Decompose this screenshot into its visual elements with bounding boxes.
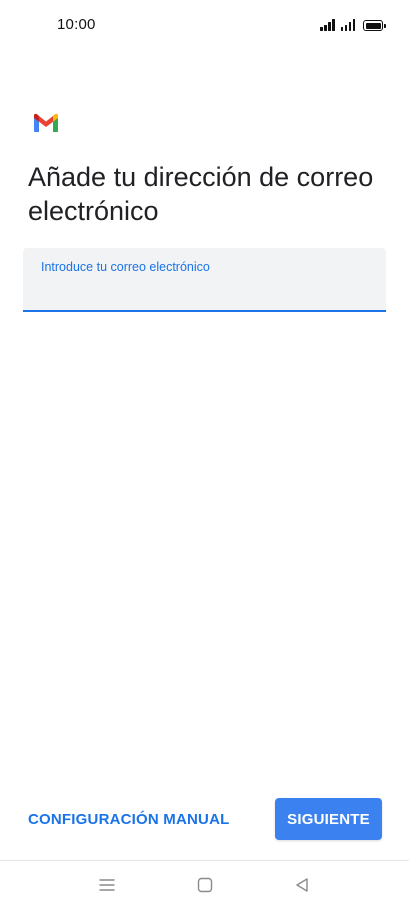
back-button[interactable] [290,873,314,897]
manual-config-button[interactable]: CONFIGURACIÓN MANUAL [20,798,237,840]
battery-icon [363,20,386,31]
status-icons [320,17,386,31]
next-button[interactable]: SIGUIENTE [275,798,382,840]
signal-icon [340,19,355,31]
status-time: 10:00 [57,16,96,33]
gmail-logo-icon [34,113,58,132]
menu-icon [99,879,115,891]
email-field[interactable]: Introduce tu correo electrónico [23,248,386,312]
home-icon [197,877,213,893]
home-button[interactable] [193,873,217,897]
email-field-label: Introduce tu correo electrónico [41,260,210,274]
menu-button[interactable] [95,873,119,897]
back-icon [296,878,308,892]
page-title: Añade tu dirección de correo electrónico [28,162,374,226]
email-input[interactable] [39,278,373,302]
signal-icon [320,19,335,31]
nav-bar [0,861,409,910]
status-bar: 10:00 [0,0,409,52]
